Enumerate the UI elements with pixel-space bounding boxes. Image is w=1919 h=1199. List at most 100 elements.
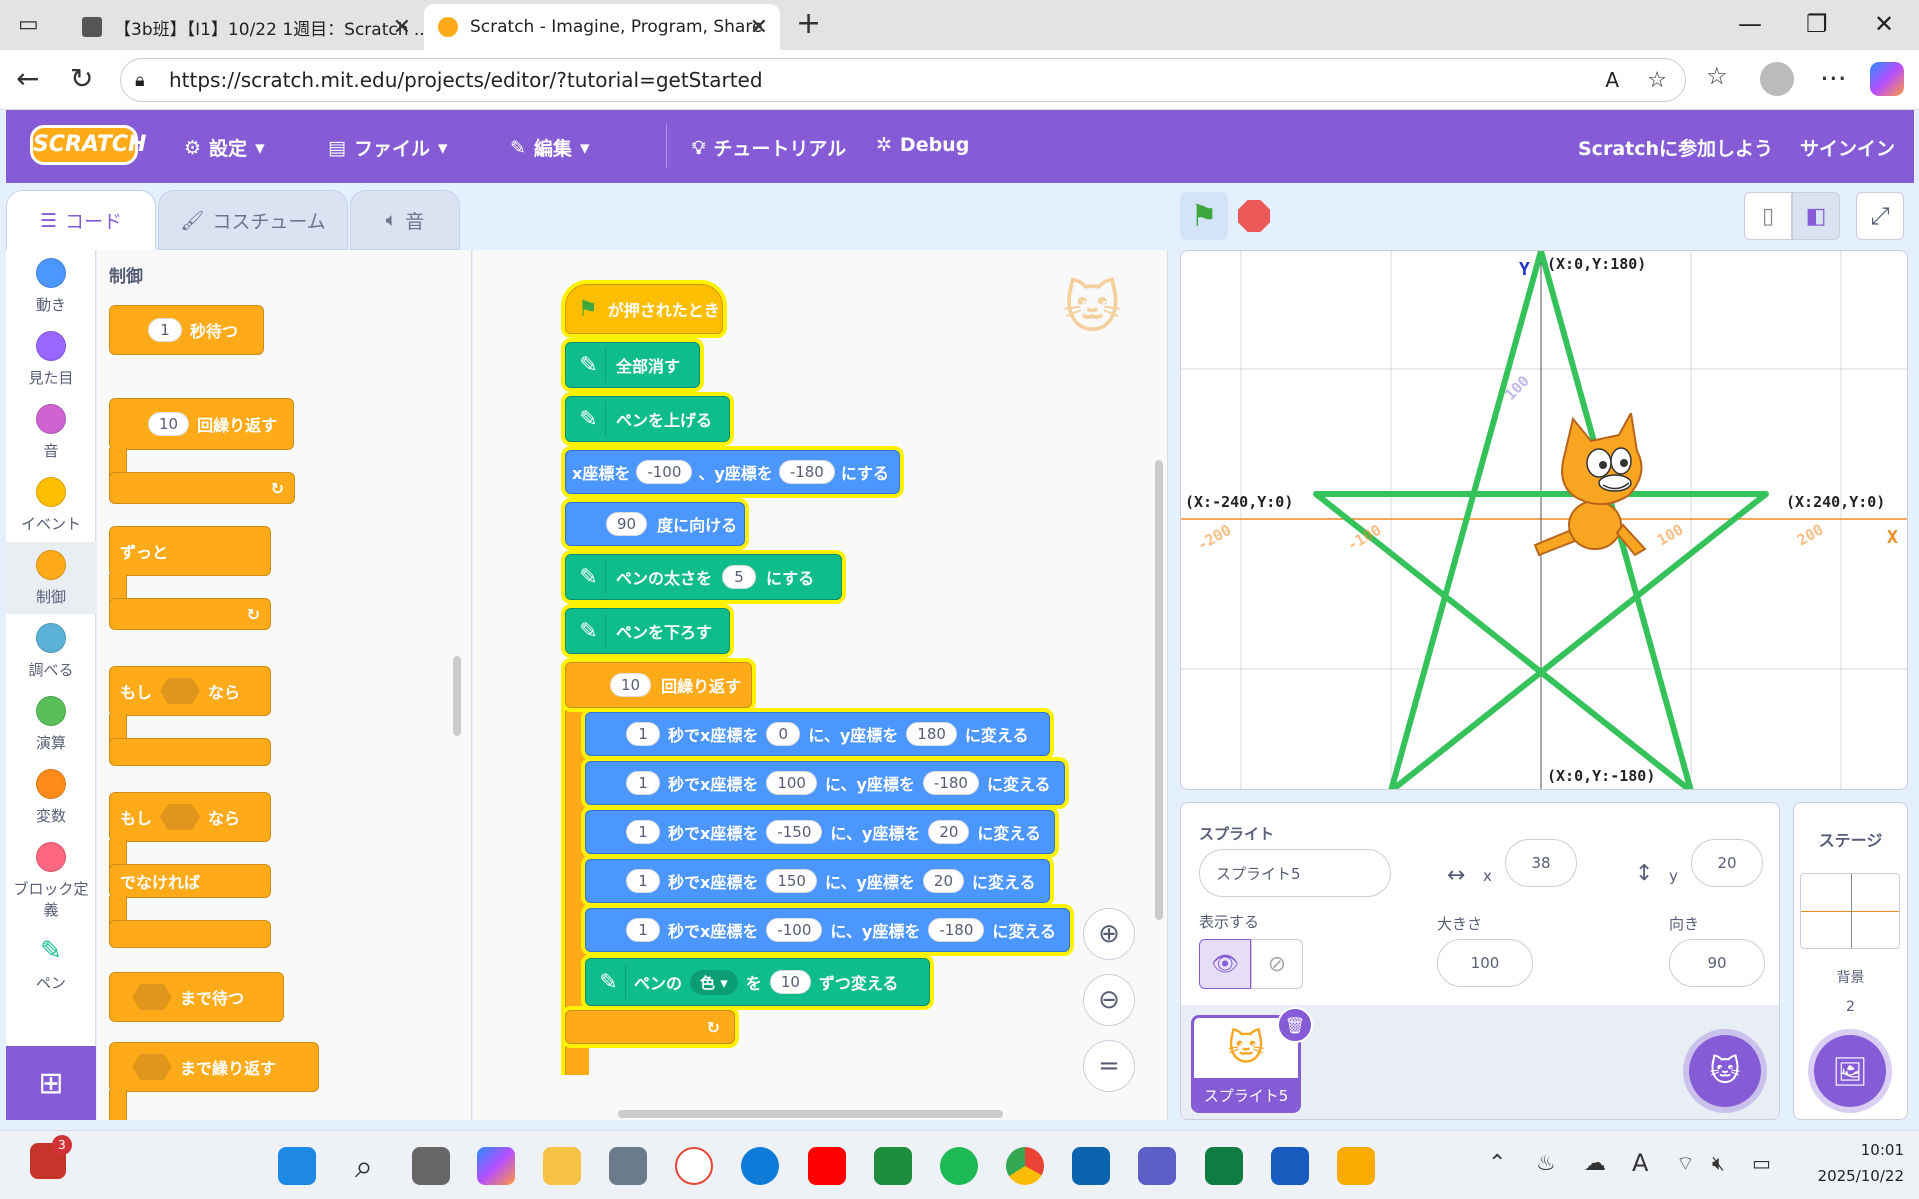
glide-y-input[interactable]: -180 [922, 771, 979, 795]
small-stage-button[interactable]: ▯ [1744, 192, 1792, 240]
glide-seconds-input[interactable]: 1 [626, 918, 660, 942]
choose-sprite-button[interactable]: 🐱︎ [1689, 1035, 1761, 1107]
condition-slot[interactable] [132, 984, 172, 1010]
glide-x-input[interactable]: 100 [766, 771, 817, 795]
script-h-scrollbar[interactable] [618, 1110, 1003, 1118]
stage-canvas[interactable]: 100 -200 -100 100 200 Y (X:0,Y:180) (X:0… [1180, 250, 1908, 790]
point-direction-block[interactable]: 90 度に向ける [565, 502, 745, 546]
pen-clear-block[interactable]: ✎ 全部消す [565, 342, 700, 388]
category-motion[interactable]: 動き [6, 258, 96, 315]
google-icon[interactable] [675, 1147, 713, 1185]
glide-x-input[interactable]: 150 [766, 869, 817, 893]
zoom-reset-button[interactable]: = [1083, 1040, 1135, 1092]
pen-color-amount-input[interactable]: 10 [769, 970, 811, 994]
browser-tab-scratch[interactable]: Scratch - Imagine, Program, Share ✕ [424, 4, 780, 50]
tab-costume[interactable]: 🖌︎ コスチューム [158, 190, 348, 250]
browser-tab-classroom[interactable]: 【3b班】【I1】10/22 1週目：Scratch ... ✕ [68, 4, 423, 50]
sprite-direction-input[interactable]: 90 [1669, 939, 1765, 987]
glide-seconds-input[interactable]: 1 [626, 771, 660, 795]
tab-sound[interactable]: 🔈︎ 音 [350, 190, 460, 250]
settings-app-icon[interactable] [609, 1147, 647, 1185]
settings-menu[interactable]: ⚙ 設定 ▾ [184, 134, 265, 161]
copilot-icon[interactable] [1870, 62, 1904, 96]
join-scratch-link[interactable]: Scratchに参加しよう [1578, 134, 1773, 161]
file-explorer-icon[interactable] [543, 1147, 581, 1185]
tutorial-button[interactable]: 💡︎ チュートリアル [692, 134, 846, 161]
glide-x-input[interactable]: 0 [766, 722, 801, 746]
task-view-icon[interactable] [412, 1147, 450, 1185]
battery-icon[interactable]: ▭ [1752, 1151, 1771, 1175]
file-menu[interactable]: ▤ ファイル ▾ [328, 134, 448, 161]
url-field[interactable]: 🔒︎ https://scratch.mit.edu/projects/edit… [120, 58, 1686, 102]
edge-icon[interactable] [741, 1147, 779, 1185]
new-tab-icon[interactable]: + [796, 6, 821, 41]
delete-sprite-button[interactable]: 🗑︎ [1277, 1007, 1313, 1043]
cat-sprite-icon[interactable] [1525, 413, 1665, 563]
refresh-icon[interactable]: ↻ [70, 62, 93, 95]
sprite-x-input[interactable]: 38 [1505, 839, 1577, 887]
when-flag-clicked-block[interactable]: ⚑ が押されたとき [565, 284, 723, 334]
glide-seconds-input[interactable]: 1 [626, 869, 660, 893]
green-flag-button[interactable]: ⚑ [1180, 192, 1228, 240]
spotify-icon[interactable] [940, 1147, 978, 1185]
signin-link[interactable]: サインイン [1800, 134, 1895, 161]
glide-block[interactable]: 1 秒でx座標を 0 に、y座標を 180 に変える [585, 712, 1050, 756]
scratch-logo[interactable]: SCRATCH [30, 125, 146, 165]
choose-backdrop-button[interactable]: 🖼︎ [1814, 1035, 1886, 1107]
pen-size-input[interactable]: 5 [722, 565, 757, 589]
category-events[interactable]: イベント [6, 477, 96, 534]
category-sensing[interactable]: 調べる [6, 623, 96, 680]
read-aloud-icon[interactable]: A [1605, 68, 1619, 92]
zoom-out-button[interactable]: ⊖ [1083, 974, 1135, 1026]
category-pen[interactable]: ✎ ペン [6, 936, 96, 993]
teams-icon[interactable] [1138, 1147, 1176, 1185]
category-variables[interactable]: 変数 [6, 769, 96, 826]
copilot-app-icon[interactable] [477, 1147, 515, 1185]
search-icon[interactable]: ⌕ [345, 1147, 383, 1185]
excel-icon[interactable] [1205, 1147, 1243, 1185]
back-icon[interactable]: ← [16, 62, 39, 95]
tab-actions-icon[interactable]: ▭ [18, 12, 39, 37]
glide-y-input[interactable]: 20 [928, 820, 970, 844]
tray-app-icon[interactable]: ♨ [1536, 1151, 1556, 1176]
zoom-in-button[interactable]: ⊕ [1083, 908, 1135, 960]
glide-seconds-input[interactable]: 1 [626, 820, 660, 844]
glide-block[interactable]: 1 秒でx座標を 150 に、y座標を 20 に変える [585, 859, 1050, 903]
glide-block[interactable]: 1 秒でx座標を -100 に、y座標を -180 に変える [585, 908, 1070, 952]
category-sound[interactable]: 音 [6, 404, 96, 461]
tray-chevron-icon[interactable]: ⌃ [1488, 1151, 1506, 1176]
close-window-icon[interactable]: ✕ [1874, 10, 1894, 38]
glide-seconds-input[interactable]: 1 [626, 722, 660, 746]
change-pen-color-block[interactable]: ✎ ペンの 色 ▾ を 10 ずつ変える [585, 958, 930, 1006]
repeat-input[interactable]: 10 [148, 412, 190, 436]
repeat-block-end[interactable]: ↻ [565, 1010, 735, 1044]
chrome-icon[interactable] [1006, 1147, 1044, 1185]
clock-time[interactable]: 10:01 [1838, 1141, 1904, 1159]
normal-stage-button[interactable]: ◧ [1792, 192, 1840, 240]
close-tab-icon[interactable]: ✕ [750, 15, 768, 40]
direction-input[interactable]: 90 [606, 512, 648, 536]
condition-slot[interactable] [160, 804, 201, 830]
edit-menu[interactable]: ✎ 編集 ▾ [510, 134, 589, 161]
sprite-name-input[interactable]: スプライト5 [1199, 849, 1391, 897]
tab-code[interactable]: ☰ コード [6, 190, 156, 250]
condition-slot[interactable] [160, 678, 201, 704]
show-sprite-button[interactable]: 👁︎ [1199, 939, 1251, 989]
sprite-y-input[interactable]: 20 [1691, 839, 1763, 887]
start-icon[interactable] [278, 1147, 316, 1185]
youtube-icon[interactable] [808, 1147, 846, 1185]
favorites-icon[interactable]: ☆ [1706, 62, 1728, 90]
repeat-block[interactable]: 10 回繰り返す [565, 662, 752, 708]
add-extension-button[interactable]: ⊞ [6, 1046, 96, 1120]
goto-y-input[interactable]: -180 [778, 460, 835, 484]
more-icon[interactable]: ··· [1820, 62, 1847, 95]
debug-button[interactable]: ✲ Debug [876, 134, 969, 156]
pen-up-block[interactable]: ✎ ペンを上げる [565, 396, 730, 442]
stop-button[interactable] [1238, 200, 1270, 232]
favorite-star-icon[interactable]: ☆ [1647, 68, 1667, 93]
glide-x-input[interactable]: -100 [766, 918, 823, 942]
glide-x-input[interactable]: -150 [766, 820, 823, 844]
classroom-alt-icon[interactable] [1337, 1147, 1375, 1185]
close-tab-icon[interactable]: ✕ [393, 15, 411, 40]
glide-y-input[interactable]: 20 [922, 869, 965, 893]
